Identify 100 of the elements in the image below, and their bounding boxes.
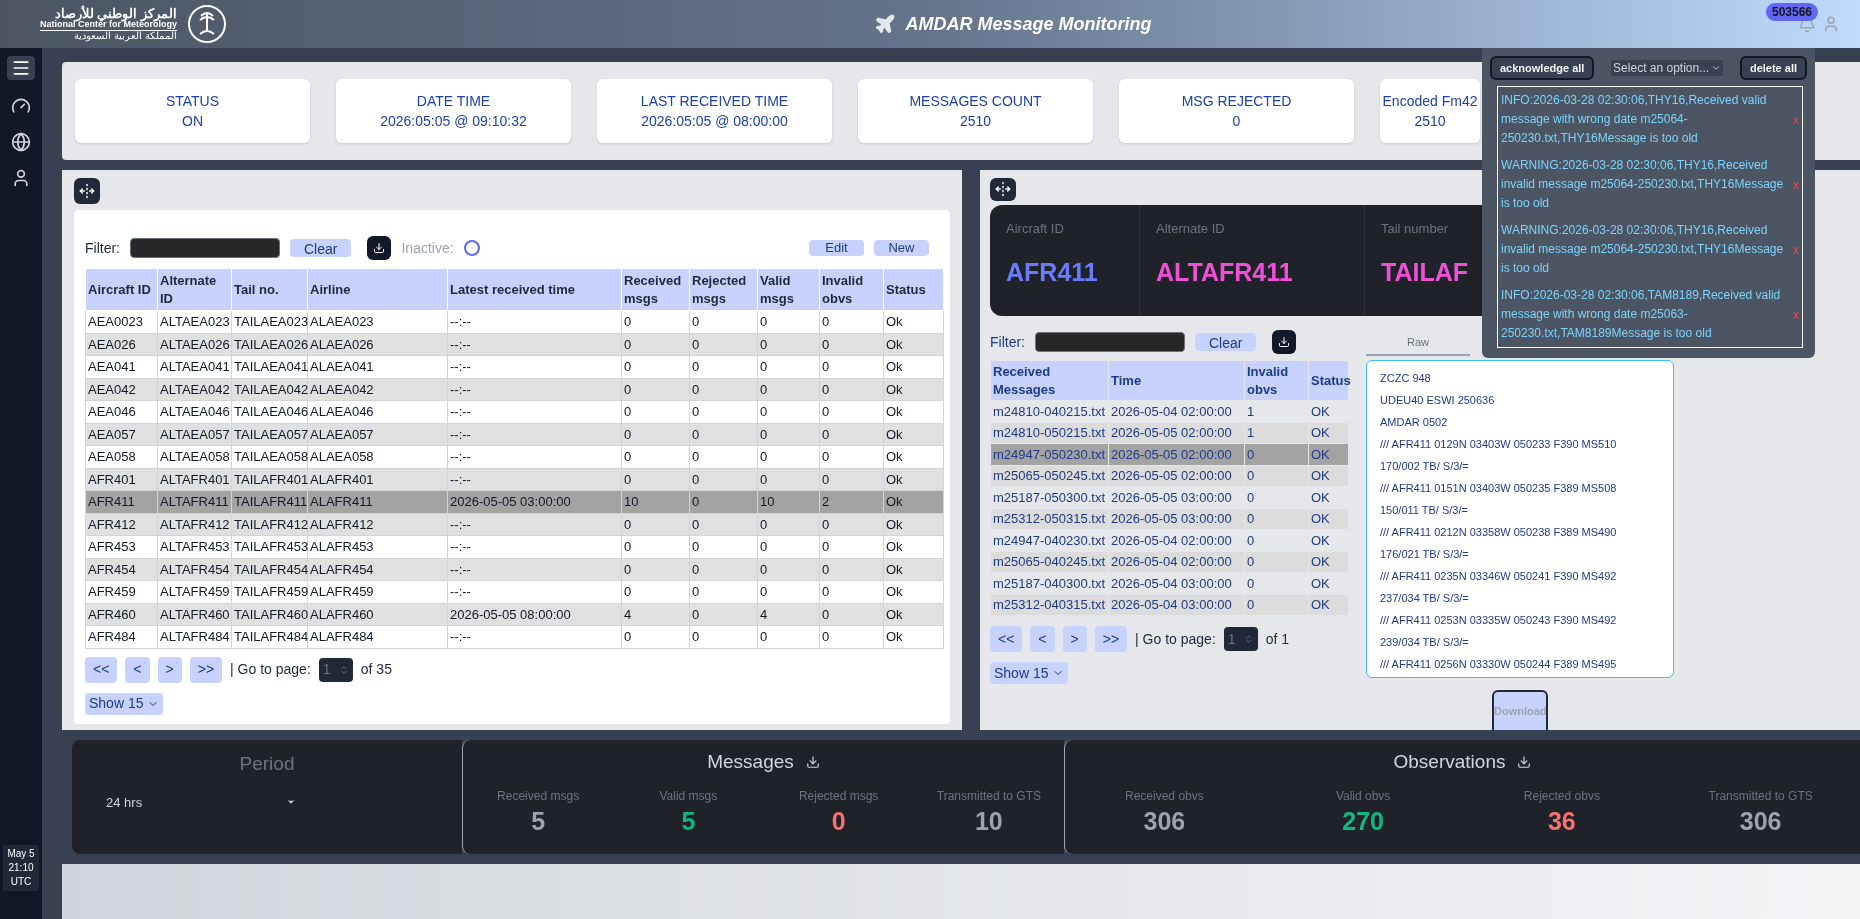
table-cell: ALTAEA026: [157, 333, 232, 356]
table-row[interactable]: m25312-040315.txt 2026-05-04 03:00:00 0 OK: [990, 594, 1349, 616]
column-header[interactable]: Invalid obvs: [819, 268, 884, 311]
go-to-page-label: | Go to page:: [230, 660, 311, 679]
column-header[interactable]: Airline: [307, 268, 448, 311]
table-row[interactable]: AEA046 ALTAEA046 TAILAEA046ALAEA046 --:-- 0 0 0 0 Ok: [85, 400, 944, 423]
previous-page-button[interactable]: <: [1030, 626, 1055, 652]
column-header[interactable]: Rejected msgs: [689, 268, 758, 311]
download-icon[interactable]: [805, 755, 820, 770]
table-row[interactable]: AFR460 ALTAFR460 TAILAFR460ALAFR460 2026-05-05 08:00:00 4 0 4 0 Ok: [85, 603, 944, 626]
table-row[interactable]: m24810-050215.txt 2026-05-05 02:00:00 1 OK: [990, 422, 1349, 444]
table-cell: OK: [1308, 443, 1349, 465]
table-row[interactable]: m25312-050315.txt 2026-05-05 03:00:00 0 OK: [990, 508, 1349, 530]
menu-icon: [11, 58, 31, 78]
table-row[interactable]: AEA042 ALTAEA042 TAILAEA042ALAEA042 --:-- 0 0 0 0 Ok: [85, 378, 944, 401]
table-cell: 0: [819, 580, 884, 603]
table-cell: Ok: [883, 558, 944, 581]
first-page-button[interactable]: <<: [85, 656, 118, 683]
clear-button[interactable]: Clear: [290, 239, 352, 257]
table-row[interactable]: AFR411 ALTAFR411 TAILAFR411 ALAFR411 2026-05-05 03:00:00 10 0 10 2 Ok: [85, 490, 944, 513]
table-cell: Ok: [883, 625, 944, 648]
table-cell: 0: [689, 490, 758, 513]
table-cell: TAILAEA046: [231, 400, 308, 423]
globe-icon[interactable]: [11, 132, 31, 152]
column-header[interactable]: Time: [1108, 360, 1245, 401]
edit-button[interactable]: Edit: [809, 240, 864, 256]
table-cell: 0: [819, 513, 884, 536]
table-row[interactable]: m25065-040245.txt 2026-05-04 02:00:00 0 OK: [990, 551, 1349, 573]
table-row[interactable]: AEA0023 ALTAEA023 TAILAEA023ALAEA023 --:-- 0 0 0 0 Ok: [85, 310, 944, 333]
menu-button[interactable]: [7, 56, 35, 80]
table-row[interactable]: AFR453 ALTAFR453 TAILAFR453ALAFR453 --:-- 0 0 0 0 Ok: [85, 535, 944, 558]
table-cell: 0: [689, 603, 758, 626]
table-cell: AEA042: [85, 378, 158, 401]
page-size-dropdown[interactable]: Show 15: [990, 662, 1069, 684]
column-header[interactable]: Latest received time: [447, 268, 622, 311]
table-cell: 0: [757, 400, 820, 423]
column-header[interactable]: Alternate ID: [157, 268, 232, 311]
notification-count-badge: 503566: [1765, 3, 1818, 21]
table-row[interactable]: m25065-050245.txt 2026-05-05 02:00:00 0 OK: [990, 465, 1349, 487]
filter-field[interactable]: [130, 238, 280, 258]
table-cell: 0: [689, 625, 758, 648]
table-row[interactable]: AFR401 ALTAFR401 TAILAFR401ALAFR401 --:-- 0 0 0 0 Ok: [85, 468, 944, 491]
summary-stat-label: Received msgs: [497, 787, 580, 805]
table-row[interactable]: AFR484 ALTAFR484 TAILAFR484ALAFR484 --:-- 0 0 0 0 Ok: [85, 625, 944, 648]
new-button[interactable]: New: [874, 240, 929, 256]
next-page-button[interactable]: >: [1062, 626, 1087, 652]
message-line: /// AFR411 0253N 03335W 050243 F390 MS492: [1380, 613, 1618, 628]
table-cell: 0: [1244, 465, 1309, 487]
notification-text: WARNING:2026-03-28 02:30:06,THY16,Received invalid message m25064-250230.txt,THY16Message is too old: [1501, 157, 1785, 212]
last-page-button[interactable]: >>: [1094, 626, 1128, 652]
filter-field[interactable]: [1035, 332, 1185, 352]
table-row[interactable]: AEA058 ALTAEA058 TAILAEA058ALAEA058 --:-- 0 0 0 0 Ok: [85, 445, 944, 468]
period-dropdown[interactable]: 24 hrs: [106, 792, 296, 812]
option-select[interactable]: Select an option...: [1611, 60, 1724, 76]
table-row[interactable]: AEA041 ALTAEA041 TAILAEA041ALAEA041 --:-- 0 0 0 0 Ok: [85, 355, 944, 378]
summary-stat-label: Transmitted to GTS: [1708, 787, 1813, 805]
spinner-icon: [338, 664, 349, 675]
table-cell: ALAFR454: [307, 558, 448, 581]
table-cell: AFR401: [85, 468, 158, 491]
column-header[interactable]: Status: [1308, 360, 1349, 401]
period-title: Period: [239, 752, 295, 776]
table-cell: 0: [1244, 443, 1309, 465]
stat-label: LAST RECEIVED TIME: [640, 92, 789, 111]
download-icon[interactable]: [1517, 755, 1532, 770]
column-header[interactable]: Valid msgs: [757, 268, 820, 311]
last-page-button[interactable]: >>: [189, 656, 223, 683]
table-row[interactable]: m24947-050230.txt 2026-05-05 02:00:00 0 OK: [990, 443, 1349, 465]
next-page-button[interactable]: >: [157, 656, 182, 683]
first-page-button[interactable]: <<: [990, 626, 1023, 652]
table-row[interactable]: AFR412 ALTAFR412 TAILAFR412ALAFR412 --:-- 0 0 0 0 Ok: [85, 513, 944, 536]
summary-stat-label: Received obvs: [1125, 787, 1204, 805]
stat-label: STATUS: [165, 92, 220, 111]
acknowledge-all-button[interactable]: acknowledge all: [1490, 56, 1595, 80]
user-icon[interactable]: [11, 168, 31, 188]
table-row[interactable]: AFR459 ALTAFR459 TAILAFR459ALAFR459 --:-- 0 0 0 0 Ok: [85, 580, 944, 603]
page-size-dropdown[interactable]: Show 15: [85, 692, 164, 715]
column-header[interactable]: Tail no.: [231, 268, 308, 311]
download-button[interactable]: [367, 236, 392, 260]
format-tab[interactable]: Raw: [1366, 330, 1470, 356]
table-cell: OK: [1308, 465, 1349, 487]
expand-button[interactable]: [990, 178, 1016, 201]
raw-message-field[interactable]: [1366, 360, 1674, 678]
column-header[interactable]: Aircraft ID: [85, 268, 158, 311]
delete-all-button[interactable]: delete all: [1739, 56, 1807, 80]
gauge-icon[interactable]: [11, 96, 31, 116]
message-line: UDEU40 ESWI 250636: [1380, 393, 1496, 408]
column-header[interactable]: Received msgs: [621, 268, 690, 311]
table-row[interactable]: AFR454 ALTAFR454 TAILAFR454ALAFR454 --:-- 0 0 0 0 Ok: [85, 558, 944, 581]
clear-button[interactable]: Clear: [1195, 333, 1257, 351]
table-row[interactable]: AEA057 ALTAEA057 TAILAEA057ALAEA057 --:-- 0 0 0 0 Ok: [85, 423, 944, 446]
stat-label: Encoded Fm42: [1382, 92, 1478, 111]
previous-page-button[interactable]: <: [125, 656, 150, 683]
expand-button[interactable]: [74, 178, 100, 204]
table-cell: m25312-050315.txt: [990, 508, 1109, 530]
column-header[interactable]: Invalid obvs: [1244, 360, 1309, 401]
table-row[interactable]: AEA026 ALTAEA026 TAILAEA026ALAEA026 --:-- 0 0 0 0 Ok: [85, 333, 944, 356]
download-button[interactable]: [1272, 330, 1297, 354]
filter-label: Filter:: [85, 238, 120, 258]
table-cell: ALTAFR460: [157, 603, 232, 626]
column-header[interactable]: Status: [883, 268, 944, 311]
